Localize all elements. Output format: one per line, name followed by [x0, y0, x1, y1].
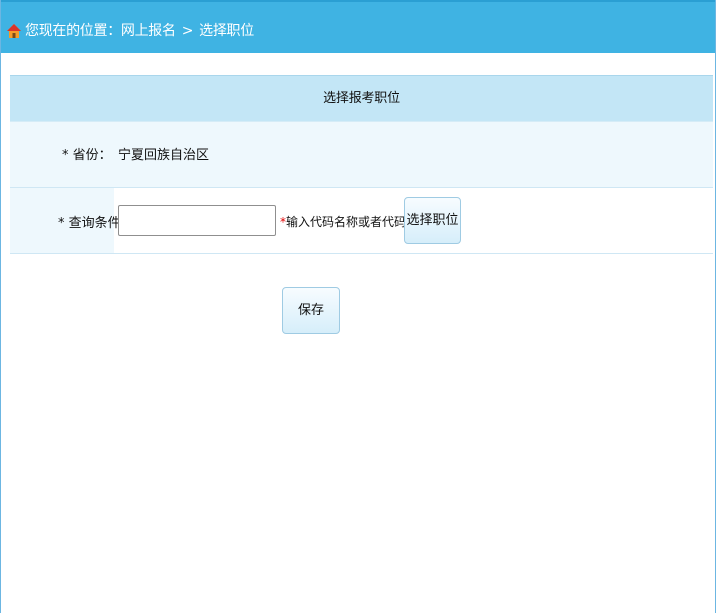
save-button[interactable]: 保存	[282, 287, 340, 334]
query-hint: *输入代码名称或者代码	[280, 213, 406, 230]
province-row: * 省份： 宁夏回族自治区	[10, 121, 713, 187]
home-icon	[7, 23, 21, 39]
breadcrumb-separator: >	[181, 23, 194, 39]
query-hint-text: 输入代码名称或者代码	[286, 215, 407, 229]
breadcrumb-prefix: 您现在的位置：	[25, 23, 121, 39]
select-position-button[interactable]: 选择职位	[404, 197, 461, 244]
position-form: 选择报考职位 * 省份： 宁夏回族自治区 * 查询条件： *输入代码名称或者代码…	[10, 75, 713, 254]
query-label-cell: * 查询条件：	[10, 188, 134, 253]
breadcrumb: 您现在的位置：网上报名 > 选择职位	[25, 20, 254, 40]
form-title: 选择报考职位	[10, 75, 713, 121]
page-frame: 您现在的位置：网上报名 > 选择职位 选择报考职位 * 省份： 宁夏回族自治区 * …	[0, 0, 716, 613]
breadcrumb-current: 选择职位	[199, 23, 254, 39]
province-value: 宁夏回族自治区	[118, 148, 210, 163]
province-label: * 省份：	[62, 148, 112, 163]
query-row: * 查询条件： *输入代码名称或者代码 选择职位	[10, 187, 713, 254]
breadcrumb-parent[interactable]: 网上报名	[121, 23, 176, 39]
query-input[interactable]	[118, 205, 276, 236]
location-bar: 您现在的位置：网上报名 > 选择职位	[1, 0, 715, 53]
